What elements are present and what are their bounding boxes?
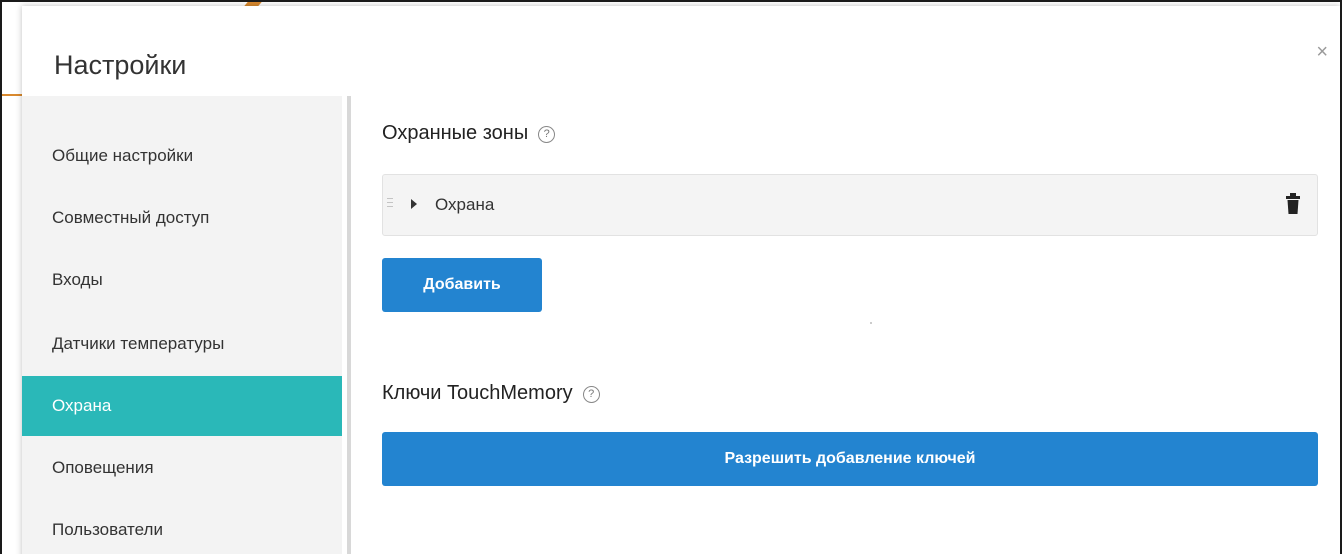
help-icon[interactable]: ?: [582, 386, 600, 403]
zones-section-title: Охранные зоны?: [382, 122, 556, 145]
keys-title-text: Ключи TouchMemory: [382, 382, 573, 404]
sidebar-item-security[interactable]: Охрана: [22, 376, 342, 436]
backdrop: [2, 2, 22, 554]
sidebar-item-notifications[interactable]: Оповещения: [22, 438, 342, 498]
sidebar-divider: [347, 96, 351, 554]
allow-keys-button[interactable]: Разрешить добавление ключей: [382, 432, 1318, 486]
app-frame: Настройки × Общие настройки Совместный д…: [0, 0, 1342, 554]
zones-title-text: Охранные зоны: [382, 122, 529, 144]
help-icon[interactable]: ?: [538, 126, 556, 143]
caret-right-icon[interactable]: [411, 199, 417, 209]
sidebar-item-inputs[interactable]: Входы: [22, 250, 342, 310]
settings-modal: Настройки × Общие настройки Совместный д…: [22, 6, 1340, 554]
keys-section-title: Ключи TouchMemory?: [382, 382, 600, 405]
sidebar-item-sharing[interactable]: Совместный доступ: [22, 188, 342, 248]
modal-title: Настройки: [54, 50, 187, 80]
settings-sidebar: Общие настройки Совместный доступ Входы …: [22, 96, 342, 554]
sidebar-item-temperature-sensors[interactable]: Датчики температуры: [22, 314, 342, 374]
backdrop-accent-line: [2, 94, 22, 96]
close-icon[interactable]: ×: [1316, 42, 1328, 62]
sidebar-item-general[interactable]: Общие настройки: [22, 126, 342, 186]
add-zone-button[interactable]: Добавить: [382, 258, 542, 312]
sidebar-item-users[interactable]: Пользователи: [22, 500, 342, 554]
divider-dot: [870, 322, 872, 324]
drag-handle-icon[interactable]: [387, 197, 393, 209]
zone-label: Охрана: [435, 195, 495, 214]
zone-row[interactable]: Охрана: [382, 174, 1318, 236]
trash-icon[interactable]: [1285, 193, 1301, 215]
